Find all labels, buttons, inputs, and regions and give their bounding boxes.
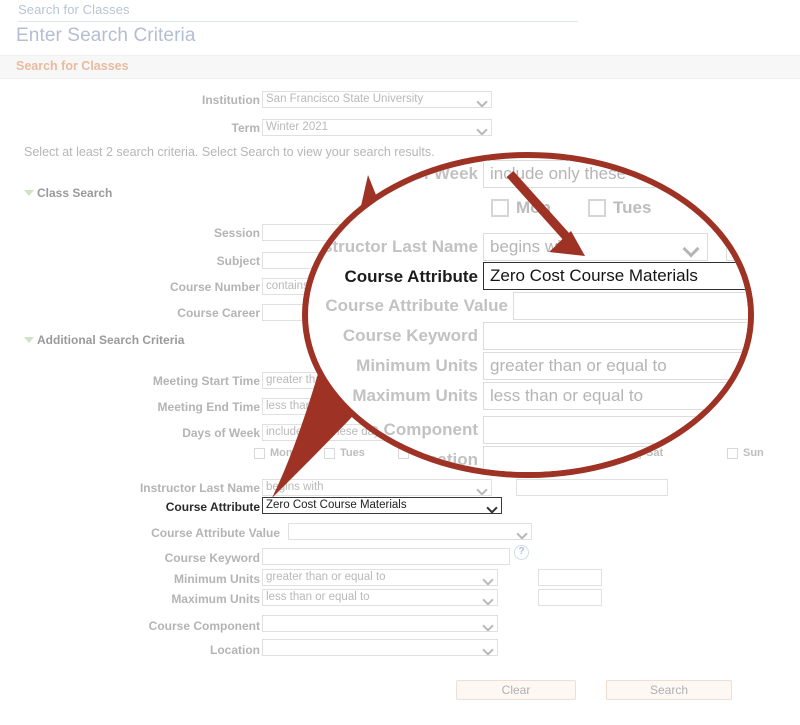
- input-instructor-last-name[interactable]: [516, 479, 668, 496]
- select-maximum-units-value: less than or equal to: [266, 591, 370, 603]
- label-course-attribute-value: Course Attribute Value: [151, 526, 280, 540]
- checkbox-sun[interactable]: [727, 448, 738, 459]
- select-days-of-week-value: include only these days: [266, 426, 386, 438]
- checkbox-fri[interactable]: [552, 448, 563, 459]
- input-maximum-units[interactable]: [538, 589, 602, 606]
- section-header-bar: Search for Classes: [0, 55, 800, 79]
- label-meeting-end-time: Meeting End Time: [157, 400, 260, 414]
- field-row-subject: Subject: [120, 252, 260, 270]
- label-institution: Institution: [202, 93, 260, 107]
- page-title: Enter Search Criteria: [16, 25, 196, 46]
- select-meeting-start-time[interactable]: greater than or equal to: [262, 372, 492, 389]
- field-row-course-attribute-value: Course Attribute Value: [120, 524, 280, 542]
- input-minimum-units[interactable]: [538, 569, 602, 586]
- checkbox-label-fri: Fri: [568, 447, 583, 459]
- select-course-component[interactable]: [262, 615, 498, 632]
- select-term-value: Winter 2021: [266, 121, 329, 133]
- checkbox-label-sat: Sat: [646, 447, 664, 459]
- input-meeting-start-time-hour[interactable]: [534, 372, 602, 389]
- checkbox-label-wed: Wed: [414, 447, 438, 459]
- section-header-label: Search for Classes: [16, 59, 129, 73]
- field-row-instructor-last-name: Instructor Last Name: [120, 479, 260, 497]
- select-minimum-units[interactable]: greater than or equal to: [262, 569, 498, 586]
- select-course-career[interactable]: [262, 304, 492, 321]
- label-days-of-week: Days of Week: [182, 426, 260, 440]
- field-row-meeting-end-time: Meeting End Time: [120, 398, 260, 416]
- label-session: Session: [213, 226, 260, 240]
- label-meeting-start-time: Meeting Start Time: [152, 374, 260, 388]
- field-row-days-of-week: Days of Week: [120, 424, 260, 442]
- field-row-maximum-units: Maximum Units: [120, 590, 260, 608]
- select-course-attribute-value[interactable]: [288, 523, 532, 540]
- group-toggle-additional-search-criteria[interactable]: Additional Search Criteria: [24, 333, 184, 347]
- checkbox-label-thurs: Thurs: [486, 447, 517, 459]
- select-subject[interactable]: [262, 252, 492, 269]
- label-instructor-last-name: Instructor Last Name: [139, 481, 260, 495]
- label-maximum-units: Maximum Units: [171, 592, 260, 606]
- field-row-institution: Institution: [120, 91, 260, 109]
- checkbox-tues[interactable]: [324, 448, 335, 459]
- field-row-term: Term: [120, 119, 260, 137]
- search-for-classes-page: Search for Classes Enter Search Criteria…: [0, 0, 800, 725]
- field-row-meeting-start-time: Meeting Start Time: [120, 372, 260, 390]
- field-row-minimum-units: Minimum Units: [120, 570, 260, 588]
- label-location: Location: [210, 643, 260, 657]
- field-row-course-keyword: Course Keyword: [120, 549, 260, 567]
- label-course-number: Course Number: [169, 280, 260, 294]
- group-label-additional: Additional Search Criteria: [37, 333, 185, 347]
- search-button[interactable]: Search: [606, 680, 732, 700]
- field-row-course-attribute: Course Attribute: [120, 498, 260, 516]
- checkbox-thurs[interactable]: [470, 448, 481, 459]
- label-course-attribute: Course Attribute: [165, 500, 260, 514]
- label-course-component: Course Component: [148, 619, 260, 633]
- label-term: Term: [231, 121, 260, 135]
- help-icon[interactable]: ?: [514, 545, 529, 560]
- select-course-number[interactable]: contains: [262, 278, 492, 295]
- group-toggle-class-search[interactable]: Class Search: [24, 186, 112, 200]
- field-row-course-career: Course Career: [120, 304, 260, 322]
- select-days-of-week[interactable]: include only these days: [262, 424, 492, 441]
- field-row-course-number: Course Number: [120, 278, 260, 296]
- checkbox-label-mon: Mon: [270, 447, 293, 459]
- select-session[interactable]: [262, 224, 492, 241]
- select-instructor-last-name[interactable]: begins with: [262, 479, 492, 496]
- checkbox-label-tues: Tues: [340, 447, 365, 459]
- select-course-number-value: contains: [266, 280, 309, 292]
- select-meeting-end-time-value: less than or equal to: [266, 400, 370, 412]
- select-course-attribute-value: Zero Cost Course Materials: [266, 499, 407, 511]
- checkbox-label-sun: Sun: [743, 447, 764, 459]
- field-row-session: Session: [120, 224, 260, 242]
- input-meeting-end-time-hour[interactable]: [534, 398, 602, 415]
- label-subject: Subject: [216, 254, 260, 268]
- field-row-location: Location: [120, 641, 260, 659]
- select-institution[interactable]: San Francisco State University: [262, 91, 492, 108]
- group-label-class-search: Class Search: [37, 186, 113, 200]
- select-meeting-start-time-value: greater than or equal to: [266, 374, 386, 386]
- checkbox-mon[interactable]: [254, 448, 265, 459]
- header-divider: [18, 21, 578, 22]
- select-minimum-units-value: greater than or equal to: [266, 571, 386, 583]
- select-maximum-units[interactable]: less than or equal to: [262, 589, 498, 606]
- triangle-down-icon: [24, 336, 34, 343]
- checkbox-sat[interactable]: [630, 448, 641, 459]
- select-location[interactable]: [262, 639, 498, 656]
- select-course-attribute[interactable]: Zero Cost Course Materials: [262, 497, 502, 514]
- breadcrumb[interactable]: Search for Classes: [18, 2, 130, 17]
- clear-button[interactable]: Clear: [456, 680, 576, 700]
- select-term[interactable]: Winter 2021: [262, 119, 492, 136]
- select-institution-value: San Francisco State University: [266, 93, 424, 105]
- label-minimum-units: Minimum Units: [174, 572, 260, 586]
- checkbox-wed[interactable]: [398, 448, 409, 459]
- select-instructor-last-name-value: begins with: [266, 481, 324, 493]
- triangle-down-icon: [24, 189, 34, 196]
- select-meeting-end-time[interactable]: less than or equal to: [262, 398, 492, 415]
- input-course-keyword[interactable]: [262, 548, 510, 565]
- label-course-career: Course Career: [177, 306, 260, 320]
- field-row-course-component: Course Component: [120, 617, 260, 635]
- label-course-keyword: Course Keyword: [164, 551, 260, 565]
- instruction-text: Select at least 2 search criteria. Selec…: [24, 145, 435, 159]
